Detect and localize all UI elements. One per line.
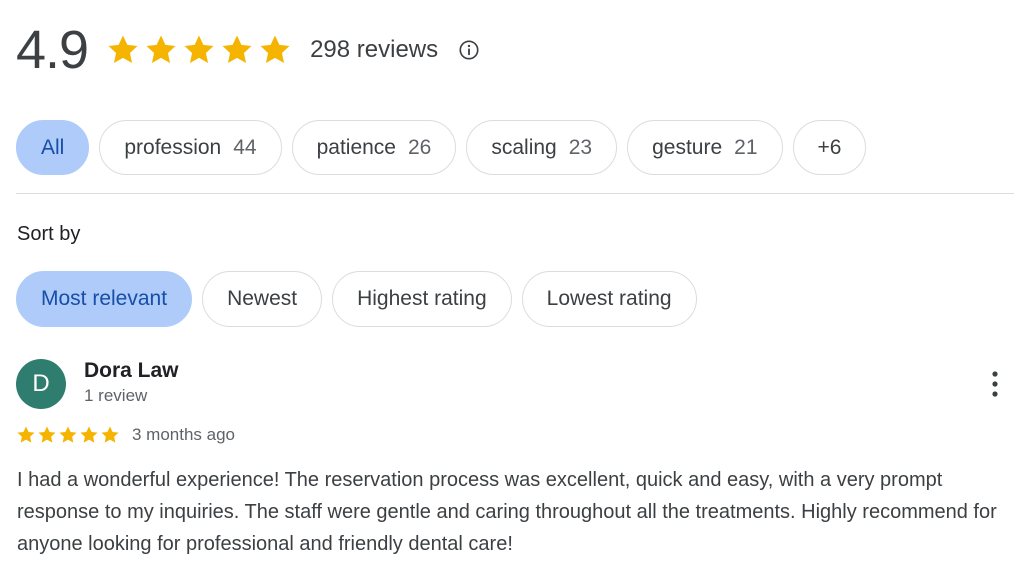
topic-chip-gesture[interactable]: gesture 21: [627, 120, 783, 175]
star-icon: [184, 35, 214, 64]
sort-highest-rating[interactable]: Highest rating: [332, 271, 512, 327]
star-icon: [59, 426, 77, 443]
chip-label: patience: [316, 135, 396, 159]
chip-label: Lowest rating: [546, 287, 672, 310]
chip-label: Highest rating: [357, 287, 487, 310]
topic-chip-more[interactable]: +6: [792, 120, 867, 175]
chip-count: 44: [233, 135, 257, 159]
review-date: 3 months ago: [132, 425, 236, 444]
star-icon: [38, 426, 56, 443]
sort-options: Most relevant Newest Highest rating Lowe…: [16, 271, 697, 327]
chip-label: All: [41, 135, 65, 159]
review-count: 298 reviews: [310, 36, 439, 63]
chip-label: gesture: [652, 135, 723, 159]
sort-most-relevant[interactable]: Most relevant: [16, 271, 193, 327]
topic-chip-profession[interactable]: profession 44: [99, 120, 282, 175]
topic-chip-patience[interactable]: patience 26: [291, 120, 457, 175]
star-icon: [260, 35, 290, 64]
divider: [16, 193, 1014, 194]
more-options-button[interactable]: [980, 366, 1010, 402]
reviewer-name[interactable]: Dora Law: [84, 359, 179, 383]
topic-chip-all[interactable]: All: [16, 120, 90, 175]
topic-chip-scaling[interactable]: scaling 23: [466, 120, 618, 175]
star-icon: [17, 426, 35, 443]
topic-filter-chips: All profession 44 patience 26 scaling 23…: [16, 120, 867, 175]
rating-summary: 4.9 298 reviews: [16, 18, 480, 82]
star-icon: [101, 426, 119, 443]
info-icon[interactable]: [458, 39, 480, 61]
chip-count: 21: [734, 135, 758, 159]
chip-label: +6: [817, 135, 842, 159]
chip-label: scaling: [491, 135, 557, 159]
star-icon: [108, 35, 138, 64]
reviews-panel: 4.9 298 reviews All profession 44 patien…: [0, 0, 1024, 577]
review-rating: 3 months ago: [16, 425, 235, 445]
sort-lowest-rating[interactable]: Lowest rating: [521, 271, 697, 327]
reviewer-review-count: 1 review: [84, 386, 148, 405]
more-vert-icon: [992, 371, 998, 397]
chip-label: Most relevant: [41, 287, 168, 310]
star-icon: [146, 35, 176, 64]
average-rating: 4.9: [16, 20, 89, 80]
avatar[interactable]: D: [16, 359, 66, 409]
chip-count: 26: [408, 135, 432, 159]
review-text: I had a wonderful experience! The reserv…: [17, 469, 997, 555]
rating-stars: [106, 33, 292, 67]
chip-label: profession: [124, 135, 222, 159]
star-icon: [222, 35, 252, 64]
sort-label: Sort by: [17, 223, 81, 245]
chip-label: Newest: [227, 287, 298, 310]
star-icon: [80, 426, 98, 443]
review-stars: [16, 425, 120, 445]
chip-count: 23: [568, 135, 593, 159]
sort-newest[interactable]: Newest: [202, 271, 323, 327]
